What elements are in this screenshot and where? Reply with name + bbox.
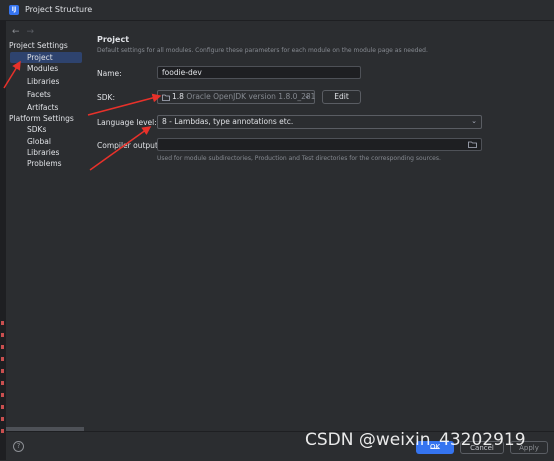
sdk-version: 1.8 <box>172 92 184 101</box>
gutter-mark <box>1 369 4 373</box>
sdk-detail: Oracle OpenJDK version 1.8.0_281 <box>186 92 316 101</box>
gutter-mark <box>1 333 4 337</box>
intellij-app-icon: IJ <box>9 5 19 15</box>
sidebar-item-artifacts[interactable]: Artifacts <box>10 102 82 113</box>
language-level-select[interactable]: 8 - Lambdas, type annotations etc. ⌄ <box>157 115 482 129</box>
platform-settings-heading: Platform Settings <box>9 114 74 123</box>
watermark: CSDN @weixin_43202919 <box>305 430 526 450</box>
project-settings-heading: Project Settings <box>9 41 68 50</box>
chevron-down-icon: ⌄ <box>471 117 477 125</box>
gutter-mark <box>1 321 4 325</box>
page-title: Project <box>97 35 130 44</box>
language-level-label: Language level: <box>97 118 157 127</box>
name-label: Name: <box>97 69 122 78</box>
compiler-output-label: Compiler output: <box>97 141 161 150</box>
compiler-output-field[interactable] <box>157 138 482 151</box>
help-icon[interactable]: ? <box>13 441 24 452</box>
sidebar-item-problems[interactable]: Problems <box>10 158 82 169</box>
folder-icon <box>162 94 170 101</box>
project-settings-panel: Project Default settings for all modules… <box>84 21 554 431</box>
language-level-value: 8 - Lambdas, type annotations etc. <box>162 117 294 126</box>
gutter-mark <box>1 417 4 421</box>
history-nav: ← → <box>12 27 41 37</box>
settings-sidebar: ← → Project Settings Project Modules Libr… <box>6 21 85 431</box>
sidebar-item-global-libraries[interactable]: Global Libraries <box>10 136 82 157</box>
edit-sdk-button[interactable]: Edit <box>322 90 361 104</box>
sdk-select[interactable]: 1.8 Oracle OpenJDK version 1.8.0_281 ⌄ <box>157 90 315 104</box>
sidebar-item-modules[interactable]: Modules <box>10 63 82 74</box>
forward-arrow-icon[interactable]: → <box>27 27 35 37</box>
gutter-mark <box>1 357 4 361</box>
folder-browse-icon[interactable] <box>468 141 477 148</box>
title-bar: IJ Project Structure <box>0 0 554 21</box>
name-field[interactable] <box>157 66 361 79</box>
sidebar-item-sdks[interactable]: SDKs <box>10 124 82 135</box>
window-title: Project Structure <box>25 5 93 14</box>
gutter-mark <box>1 381 4 385</box>
gutter-mark <box>1 393 4 397</box>
sidebar-item-project[interactable]: Project <box>10 52 82 63</box>
sidebar-item-libraries[interactable]: Libraries <box>10 76 82 87</box>
gutter-mark <box>1 429 4 433</box>
gutter-mark <box>1 405 4 409</box>
compiler-output-hint: Used for module subdirectories, Producti… <box>157 155 441 162</box>
back-arrow-icon[interactable]: ← <box>12 27 20 37</box>
gutter-mark <box>1 345 4 349</box>
page-description: Default settings for all modules. Config… <box>97 47 428 54</box>
name-input[interactable] <box>162 68 352 77</box>
sdk-label: SDK: <box>97 93 115 102</box>
chevron-down-icon: ⌄ <box>304 92 310 100</box>
sidebar-item-facets[interactable]: Facets <box>10 89 82 100</box>
